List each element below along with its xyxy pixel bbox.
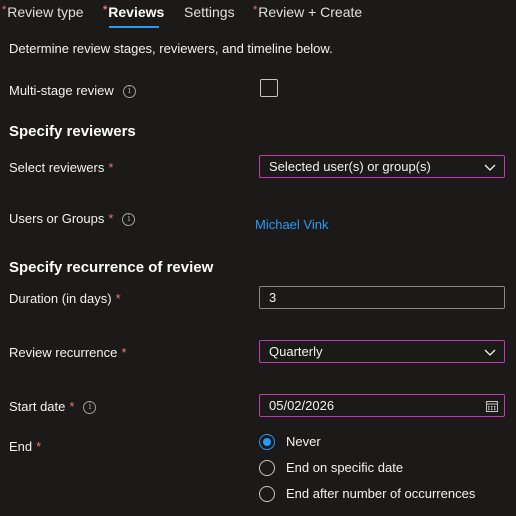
calendar-icon[interactable] xyxy=(486,400,498,412)
select-reviewers-label: Select reviewers * xyxy=(9,160,114,175)
chevron-down-icon xyxy=(484,349,496,356)
tab-reviews[interactable]: *Reviews xyxy=(103,4,164,20)
radio-button-selected[interactable] xyxy=(259,434,275,450)
info-icon[interactable]: i xyxy=(83,401,97,415)
duration-label: Duration (in days) * xyxy=(9,291,121,306)
end-label: End * xyxy=(9,439,42,454)
section-title-reviewers: Specify reviewers xyxy=(9,123,136,140)
active-tab-indicator xyxy=(109,26,159,28)
wizard-tabs: *Review type *Reviews Settings *Review +… xyxy=(0,0,516,30)
recurrence-label: Review recurrence * xyxy=(9,345,127,360)
tab-review-create[interactable]: *Review + Create xyxy=(253,4,362,20)
page-description: Determine review stages, reviewers, and … xyxy=(9,41,333,56)
info-icon[interactable]: i xyxy=(122,213,136,227)
radio-button[interactable] xyxy=(259,486,275,502)
section-title-recurrence: Specify recurrence of review xyxy=(9,259,214,276)
access-review-form: *Review type *Reviews Settings *Review +… xyxy=(0,0,516,516)
start-date-picker[interactable]: 05/02/2026 xyxy=(259,394,505,417)
radio-button[interactable] xyxy=(259,460,275,476)
multistage-label: Multi-stage review i xyxy=(9,83,136,99)
info-icon[interactable]: i xyxy=(122,85,136,99)
recurrence-dropdown[interactable]: Quarterly xyxy=(259,340,505,363)
duration-input[interactable]: 3 xyxy=(259,286,505,309)
chevron-down-icon xyxy=(484,164,496,171)
tab-review-type[interactable]: *Review type xyxy=(2,4,84,20)
multistage-checkbox[interactable] xyxy=(260,79,278,97)
users-groups-label: Users or Groups * i xyxy=(9,211,136,227)
select-reviewers-dropdown[interactable]: Selected user(s) or group(s) xyxy=(259,155,505,178)
users-groups-link[interactable]: Michael Vink xyxy=(255,217,328,232)
tab-settings[interactable]: Settings xyxy=(184,4,235,20)
start-date-label: Start date * i xyxy=(9,399,97,415)
